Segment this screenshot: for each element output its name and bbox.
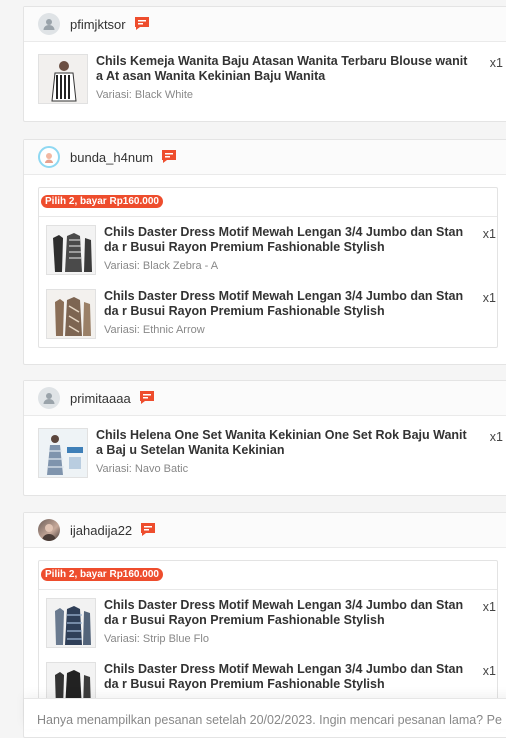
product-variant: Variasi: Ethnic Arrow	[104, 324, 205, 336]
bundle-deal-group: Pilih 2, bayar Rp160.000 Chils Daster Dr…	[38, 560, 498, 721]
chat-icon[interactable]	[161, 149, 177, 165]
product-title[interactable]: Chils Daster Dress Motif Mewah Lengan 3/…	[104, 662, 465, 692]
product-quantity: x1	[489, 430, 503, 444]
product-title[interactable]: Chils Daster Dress Motif Mewah Lengan 3/…	[104, 289, 465, 319]
product-thumbnail	[38, 428, 88, 478]
user-photo-icon	[38, 519, 60, 541]
product-variant: Variasi: Black White	[96, 89, 193, 101]
product-thumbnail	[46, 289, 96, 339]
order-item[interactable]: Chils Daster Dress Motif Mewah Lengan 3/…	[46, 225, 496, 275]
product-quantity: x1	[482, 600, 496, 614]
product-title[interactable]: Chils Kemeja Wanita Baju Atasan Wanita T…	[96, 54, 472, 84]
product-thumbnail	[46, 225, 96, 275]
order-card-header: ijahadija22	[24, 513, 506, 548]
product-title[interactable]: Chils Helena One Set Wanita Kekinian One…	[96, 428, 472, 458]
order-history-notice-bar: Hanya menampilkan pesanan setelah 20/02/…	[24, 698, 506, 729]
buyer-username[interactable]: primitaaaa	[70, 391, 131, 406]
product-variant: Variasi: Navo Batic	[96, 463, 189, 475]
order-items: Chils Kemeja Wanita Baju Atasan Wanita T…	[24, 42, 506, 116]
product-thumbnail	[46, 598, 96, 648]
buyer-username[interactable]: bunda_h4num	[70, 150, 153, 165]
chat-icon[interactable]	[139, 390, 155, 406]
order-history-notice: Hanya menampilkan pesanan setelah 20/02/…	[37, 713, 502, 727]
product-quantity: x1	[482, 227, 496, 241]
chat-icon[interactable]	[134, 16, 150, 32]
buyer-username[interactable]: pfimjktsor	[70, 17, 126, 32]
order-items: Pilih 2, bayar Rp160.000 Chils Daster Dr…	[24, 175, 506, 360]
product-quantity: x1	[482, 664, 496, 678]
order-card-header: pfimjktsor	[24, 7, 506, 42]
order-items: Chils Helena One Set Wanita Kekinian One…	[24, 416, 506, 490]
product-variant: Variasi: Black Zebra - A	[104, 260, 219, 272]
bundle-deal-group: Pilih 2, bayar Rp160.000 Chils Daster Dr…	[38, 187, 498, 348]
product-quantity: x1	[489, 56, 503, 70]
order-item[interactable]: Chils Daster Dress Motif Mewah Lengan 3/…	[46, 598, 496, 648]
product-title[interactable]: Chils Daster Dress Motif Mewah Lengan 3/…	[104, 598, 465, 628]
order-card-header: bunda_h4num	[24, 140, 506, 175]
product-variant: Variasi: Strip Blue Flo	[104, 633, 209, 645]
order-card-header: primitaaaa	[24, 381, 506, 416]
order-item[interactable]: Chils Daster Dress Motif Mewah Lengan 3/…	[46, 289, 496, 339]
chat-icon[interactable]	[140, 522, 156, 538]
order-card: bunda_h4num Pilih 2, bayar Rp160.000 Chi…	[23, 139, 506, 365]
product-title[interactable]: Chils Daster Dress Motif Mewah Lengan 3/…	[104, 225, 465, 255]
order-card: primitaaaa Chils Helena One Set Wanita K…	[23, 380, 506, 496]
user-avatar-icon	[38, 146, 60, 168]
user-placeholder-icon	[38, 387, 60, 409]
product-quantity: x1	[482, 291, 496, 305]
user-placeholder-icon	[38, 13, 60, 35]
order-item[interactable]: Chils Kemeja Wanita Baju Atasan Wanita T…	[38, 54, 503, 104]
bundle-deal-badge: Pilih 2, bayar Rp160.000	[41, 568, 163, 581]
buyer-username[interactable]: ijahadija22	[70, 523, 132, 538]
order-item[interactable]: Chils Helena One Set Wanita Kekinian One…	[38, 428, 503, 478]
product-thumbnail	[38, 54, 88, 104]
bundle-deal-badge: Pilih 2, bayar Rp160.000	[41, 195, 163, 208]
order-card: pfimjktsor Chils Kemeja Wanita Baju Atas…	[23, 6, 506, 122]
